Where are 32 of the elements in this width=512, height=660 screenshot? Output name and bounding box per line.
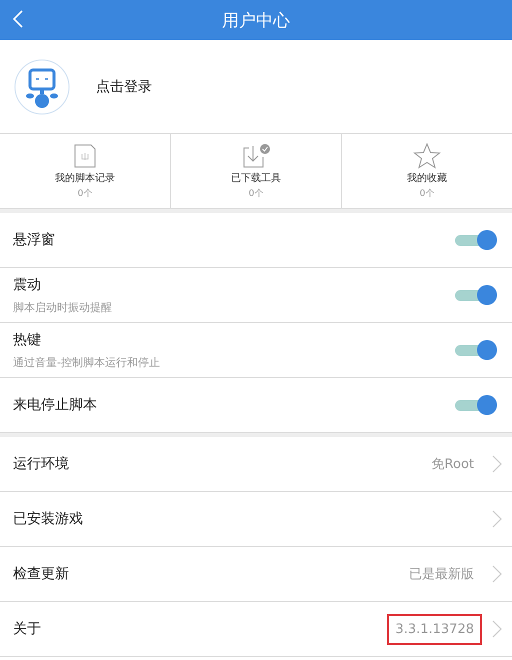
setting-label: 来电停止脚本 xyxy=(13,396,97,414)
stat-tile[interactable]: 我的脚本记录 0个 xyxy=(0,134,171,208)
chevron-icon xyxy=(492,455,502,473)
menu-row[interactable]: 检查更新 已是最新版 xyxy=(0,547,512,602)
stat-tile[interactable]: 我的收藏 0个 xyxy=(342,134,512,208)
setting-label: 热键 xyxy=(13,330,42,348)
page-title: 用户中心 xyxy=(222,10,290,32)
chevron-icon xyxy=(492,565,502,583)
row-value: 已是最新版 xyxy=(408,566,475,584)
row-value: 3.3.1.13728 xyxy=(387,614,482,644)
star-icon xyxy=(413,142,441,168)
setting-hint: 通过音量-控制脚本运行和停止 xyxy=(13,354,160,370)
menu-row[interactable]: 关于 3.3.1.13728 xyxy=(0,602,512,657)
toggle-switch[interactable] xyxy=(455,395,497,415)
chevron-icon xyxy=(492,510,502,528)
menu-row[interactable]: 已安装游戏 xyxy=(0,492,512,547)
back-button[interactable] xyxy=(12,9,24,29)
toggle-switch[interactable] xyxy=(455,230,497,250)
download-icon xyxy=(241,142,271,168)
setting-hint: 脚本启动时振动提醒 xyxy=(13,300,112,314)
toggle-switch[interactable] xyxy=(455,340,497,360)
robot-avatar-icon[interactable] xyxy=(14,58,70,114)
back-icon xyxy=(12,9,24,29)
setting-label: 悬浮窗 xyxy=(13,231,55,249)
login-link[interactable]: 点击登录 xyxy=(96,78,152,96)
setting-label: 震动 xyxy=(13,276,42,294)
chevron-icon xyxy=(492,620,502,638)
document-icon xyxy=(72,142,98,168)
menu-row[interactable]: 运行环境 免Root xyxy=(0,437,512,492)
stat-tile[interactable]: 已下载工具 0个 xyxy=(171,134,342,208)
toggle-switch[interactable] xyxy=(455,285,497,305)
row-value: 免Root xyxy=(430,456,475,474)
